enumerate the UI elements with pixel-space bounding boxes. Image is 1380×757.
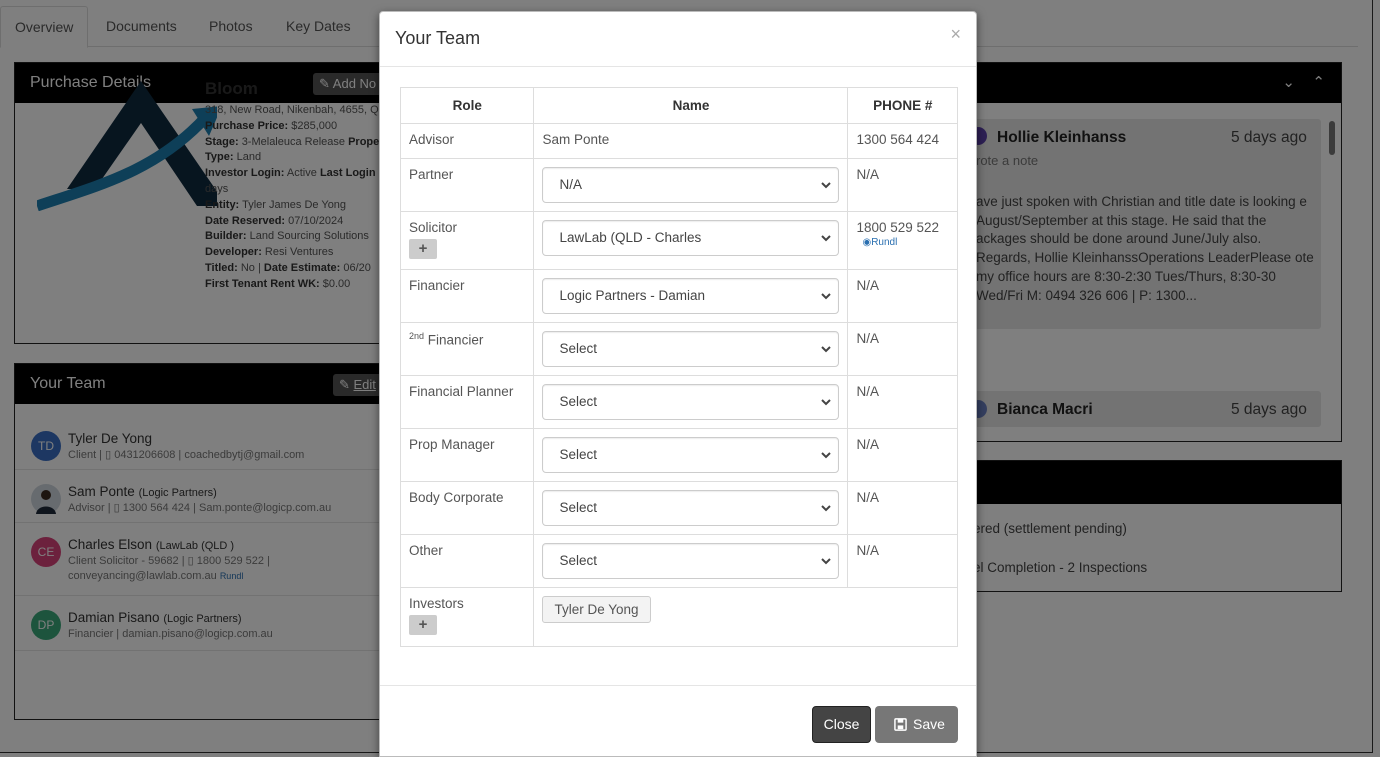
team-table: Role Name PHONE # Advisor Sam Ponte 1300… [399, 87, 958, 647]
role-cell: Prop Manager [399, 428, 535, 482]
table-row: Solicitor + LawLab (QLD - Charles 1800 52… [399, 211, 958, 270]
table-row: Partner N/A N/A [399, 158, 958, 212]
financier-select[interactable]: Logic Partners - Damian [542, 278, 840, 314]
column-header-name: Name [533, 87, 849, 124]
name-cell: Select [533, 322, 849, 376]
table-row: Prop Manager Select N/A [399, 428, 958, 482]
other-select[interactable]: Select [542, 543, 840, 579]
role-cell: Partner [399, 158, 535, 212]
chevron-down-icon [821, 293, 832, 300]
role-cell: 2nd Financier [399, 322, 535, 376]
table-row: 2nd Financier Select N/A [399, 322, 958, 376]
financial-planner-select[interactable]: Select [542, 384, 840, 420]
chevron-down-icon [821, 346, 832, 353]
phone-cell: N/A [847, 158, 958, 212]
chevron-down-icon [821, 505, 832, 512]
prop-manager-select[interactable]: Select [542, 437, 840, 473]
role-cell: Advisor [399, 123, 535, 159]
name-cell: N/A [533, 158, 849, 212]
phone-cell: N/A [847, 428, 958, 482]
phone-cell: 1800 529 522 ◉Rundl [847, 211, 958, 270]
phone-cell: N/A [847, 375, 958, 429]
role-cell: Investors + [399, 587, 535, 647]
table-row: Advisor Sam Ponte 1300 564 424 [399, 123, 958, 159]
phone-cell: N/A [847, 481, 958, 535]
modal-header: Your Team × [380, 12, 976, 67]
name-cell: Sam Ponte [533, 123, 849, 159]
table-row: Investors + Tyler De Yong [399, 587, 958, 647]
add-solicitor-button[interactable]: + [409, 239, 437, 259]
role-cell: Solicitor + [399, 211, 535, 270]
chevron-down-icon [821, 182, 832, 189]
name-cell: Select [533, 481, 849, 535]
chevron-down-icon [821, 235, 832, 242]
partner-select[interactable]: N/A [542, 167, 840, 203]
role-cell: Financial Planner [399, 375, 535, 429]
table-row: Body Corporate Select N/A [399, 481, 958, 535]
role-cell: Other [399, 534, 535, 588]
column-header-phone: PHONE # [847, 87, 958, 124]
role-cell: Financier [399, 269, 535, 323]
column-header-role: Role [399, 87, 535, 124]
name-cell: Select [533, 375, 849, 429]
investor-chip[interactable]: Tyler De Yong [542, 596, 651, 623]
phone-cell: N/A [847, 534, 958, 588]
second-financier-select[interactable]: Select [542, 331, 840, 367]
name-cell: LawLab (QLD - Charles [533, 211, 849, 270]
rundl-badge: ◉Rundl [862, 237, 898, 248]
chevron-down-icon [821, 399, 832, 406]
chevron-down-icon [821, 452, 832, 459]
solicitor-select[interactable]: LawLab (QLD - Charles [542, 220, 840, 256]
phone-cell: N/A [847, 269, 958, 323]
investors-cell: Tyler De Yong [533, 587, 958, 647]
modal-footer: Close Save [380, 685, 976, 757]
table-row: Financier Logic Partners - Damian N/A [399, 269, 958, 323]
close-button[interactable]: Close [812, 706, 871, 743]
save-icon [894, 718, 907, 731]
your-team-modal: Your Team × Role Name PHONE # Advisor Sa… [379, 11, 977, 757]
role-cell: Body Corporate [399, 481, 535, 535]
body-corporate-select[interactable]: Select [542, 490, 840, 526]
save-button[interactable]: Save [875, 706, 958, 743]
add-investor-button[interactable]: + [409, 615, 437, 635]
phone-cell: 1300 564 424 [847, 123, 958, 159]
close-icon[interactable]: × [950, 24, 961, 45]
chevron-down-icon [821, 558, 832, 565]
name-cell: Select [533, 534, 849, 588]
name-cell: Select [533, 428, 849, 482]
name-cell: Logic Partners - Damian [533, 269, 849, 323]
table-row: Other Select N/A [399, 534, 958, 588]
modal-title: Your Team [395, 28, 481, 48]
phone-cell: N/A [847, 322, 958, 376]
table-row: Financial Planner Select N/A [399, 375, 958, 429]
